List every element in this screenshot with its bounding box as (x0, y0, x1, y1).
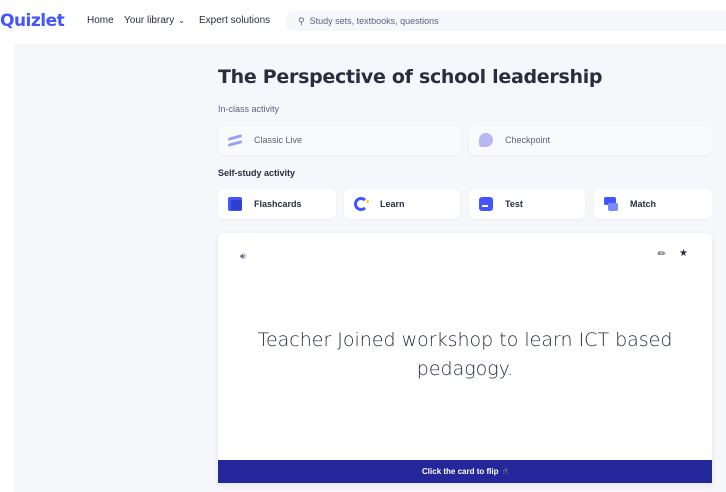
pointing-hand-icon: ☝ (502, 466, 508, 476)
flashcard[interactable]: 🔊︎ ✏︎ ★ Teacher Joined workshop to learn… (218, 233, 712, 483)
nav-library-dropdown[interactable]: Your library ⌄ (124, 15, 185, 26)
edit-pencil-icon[interactable]: ✏︎ (658, 249, 666, 260)
top-navigation: Quizlet Home Your library ⌄ Expert soluti… (0, 0, 726, 44)
quizlet-logo[interactable]: Quizlet (0, 11, 65, 31)
nav-expert-solutions-link[interactable]: Expert solutions (199, 15, 270, 26)
nav-home-link[interactable]: Home (87, 15, 114, 26)
classic-live-label: Classic Live (254, 135, 303, 145)
nav-library-label: Your library (124, 15, 175, 26)
test-label: Test (505, 199, 523, 209)
audio-icon[interactable]: 🔊︎ (240, 251, 246, 262)
checkpoint-icon (479, 133, 493, 147)
test-button[interactable]: Test (469, 189, 585, 219)
flashcards-label: Flashcards (254, 199, 302, 209)
learn-button[interactable]: Learn (344, 189, 460, 219)
flip-hint-text: Click the card to flip (422, 467, 499, 476)
flashcards-button[interactable]: Flashcards (218, 189, 336, 219)
test-icon (479, 197, 493, 211)
page-title: The Perspective of school leadership (218, 66, 603, 88)
chevron-down-icon: ⌄ (178, 16, 185, 25)
classic-live-icon (228, 133, 242, 147)
flip-hint-bar[interactable]: Click the card to flip ☝ (218, 460, 712, 483)
flashcard-term: Teacher Joined workshop to learn ICT bas… (257, 329, 673, 380)
self-study-activity-label: Self-study activity (218, 168, 296, 178)
search-bar[interactable]: ⚲ (286, 11, 726, 31)
checkpoint-button[interactable]: Checkpoint (469, 125, 712, 155)
classic-live-button[interactable]: Classic Live (218, 125, 461, 155)
search-icon: ⚲ (298, 15, 305, 26)
learn-icon (354, 197, 369, 211)
match-label: Match (630, 199, 657, 209)
match-button[interactable]: Match (594, 189, 712, 219)
in-class-activity-label: In-class activity (218, 104, 280, 114)
checkpoint-label: Checkpoint (505, 135, 551, 145)
search-input[interactable] (309, 16, 690, 26)
match-icon (604, 197, 618, 211)
flashcards-icon (228, 197, 242, 211)
learn-label: Learn (380, 199, 405, 209)
star-icon[interactable]: ★ (679, 248, 688, 259)
